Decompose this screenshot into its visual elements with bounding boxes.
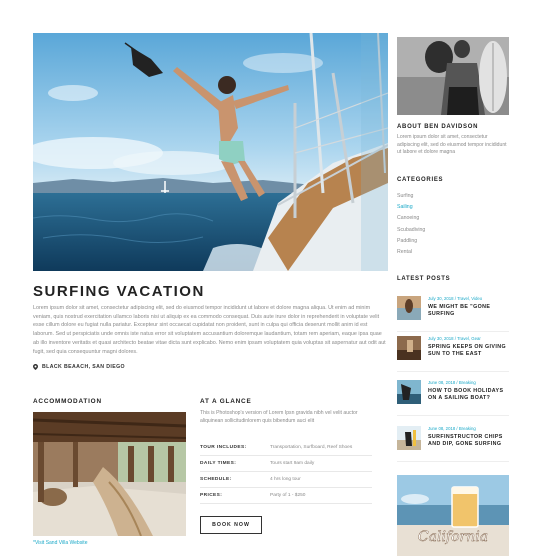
glance-row: PRICES: Party of 1 - $250 — [200, 488, 372, 504]
latest-post-title[interactable]: SURFINSTRUCTOR CHIPS AND DIP, GONE SURFI… — [428, 434, 510, 448]
accommodation-heading: ACCOMMODATION — [33, 398, 102, 405]
latest-post-thumbnail[interactable] — [397, 426, 421, 450]
glance-key: SCHEDULE: — [200, 477, 232, 482]
category-scubadiving[interactable]: Scubadiving — [397, 225, 509, 236]
latest-post-item[interactable]: June 08, 2018 / Breaking SURFINSTRUCTOR … — [397, 426, 509, 462]
visit-website-link[interactable]: *Visit Sand Villa Website — [33, 540, 87, 546]
latest-post-title[interactable]: WE MIGHT BE "GONE SURFING — [428, 304, 510, 318]
glance-key: PRICES: — [200, 493, 223, 498]
glance-value: Tours start 9am daily — [270, 461, 315, 466]
author-photo — [397, 37, 509, 115]
glance-heading: AT A GLANCE — [200, 398, 252, 405]
categories-list: Surfing Sailing Canoeing Scubadiving Pad… — [397, 191, 509, 258]
latest-post-item[interactable]: July 30, 2018 / Travel, Video WE MIGHT B… — [397, 296, 509, 332]
latest-post-meta[interactable]: July 30, 2018 / Travel, Gear — [428, 336, 481, 341]
latest-post-meta[interactable]: June 08, 2018 / Breaking — [428, 426, 476, 431]
glance-value: Party of 1 - $250 — [270, 493, 306, 498]
category-rental[interactable]: Rental — [397, 247, 509, 258]
latest-post-meta[interactable]: July 30, 2018 / Travel, Video — [428, 296, 482, 301]
latest-post-thumbnail[interactable] — [397, 296, 421, 320]
category-surfing[interactable]: Surfing — [397, 191, 509, 202]
latest-post-thumbnail[interactable] — [397, 380, 421, 404]
location-label: BLACK BEAACH, SAN DIEGO — [42, 364, 125, 370]
latest-post-item[interactable]: June 08, 2018 / Breaking HOW TO BOOK HOL… — [397, 380, 509, 416]
latest-post-item[interactable]: July 30, 2018 / Travel, Gear SPRING KEEP… — [397, 336, 509, 372]
post-location: BLACK BEAACH, SAN DIEGO — [33, 364, 125, 370]
glance-value: 4 hrs long tour — [270, 477, 301, 482]
hero-image — [33, 33, 388, 271]
latest-posts-heading: LATEST POSTS — [397, 276, 451, 282]
glance-row: DAILY TIMES: Tours start 9am daily — [200, 456, 372, 472]
accommodation-image — [33, 412, 186, 536]
category-paddling[interactable]: Paddling — [397, 236, 509, 247]
glance-key: TOUR INCLUDES: — [200, 445, 247, 450]
glance-intro: This is Photoshop's version of Lorem Ips… — [200, 410, 358, 424]
glance-table: TOUR INCLUDES: Transportation, Surfboard… — [200, 440, 372, 504]
promo-script-text: California — [418, 529, 488, 545]
about-heading: ABOUT BEN DAVIDSON — [397, 124, 479, 130]
promo-banner[interactable]: California — [397, 475, 509, 556]
post-body: Lorem ipsum dolor sit amet, consectetur … — [33, 305, 386, 355]
about-text: Lorem ipsum dolor sit amet, consectetur … — [397, 134, 507, 156]
map-pin-icon — [33, 364, 38, 370]
book-now-button[interactable]: BOOK NOW — [200, 516, 262, 534]
latest-post-title[interactable]: HOW TO BOOK HOLIDAYS ON A SAILING BOAT? — [428, 388, 510, 402]
category-canoeing[interactable]: Canoeing — [397, 213, 509, 224]
glance-key: DAILY TIMES: — [200, 461, 237, 466]
post-title: SURFING VACATION — [33, 283, 205, 300]
glance-row: SCHEDULE: 4 hrs long tour — [200, 472, 372, 488]
latest-post-title[interactable]: SPRING KEEPS ON GIVING SUN TO THE EAST — [428, 344, 510, 358]
latest-post-meta[interactable]: June 08, 2018 / Breaking — [428, 380, 476, 385]
category-sailing[interactable]: Sailing — [397, 202, 509, 213]
glance-value: Transportation, Surfboard, Reef Shoes — [270, 445, 353, 450]
latest-post-thumbnail[interactable] — [397, 336, 421, 360]
glance-row: TOUR INCLUDES: Transportation, Surfboard… — [200, 440, 372, 456]
categories-heading: CATEGORIES — [397, 177, 444, 183]
